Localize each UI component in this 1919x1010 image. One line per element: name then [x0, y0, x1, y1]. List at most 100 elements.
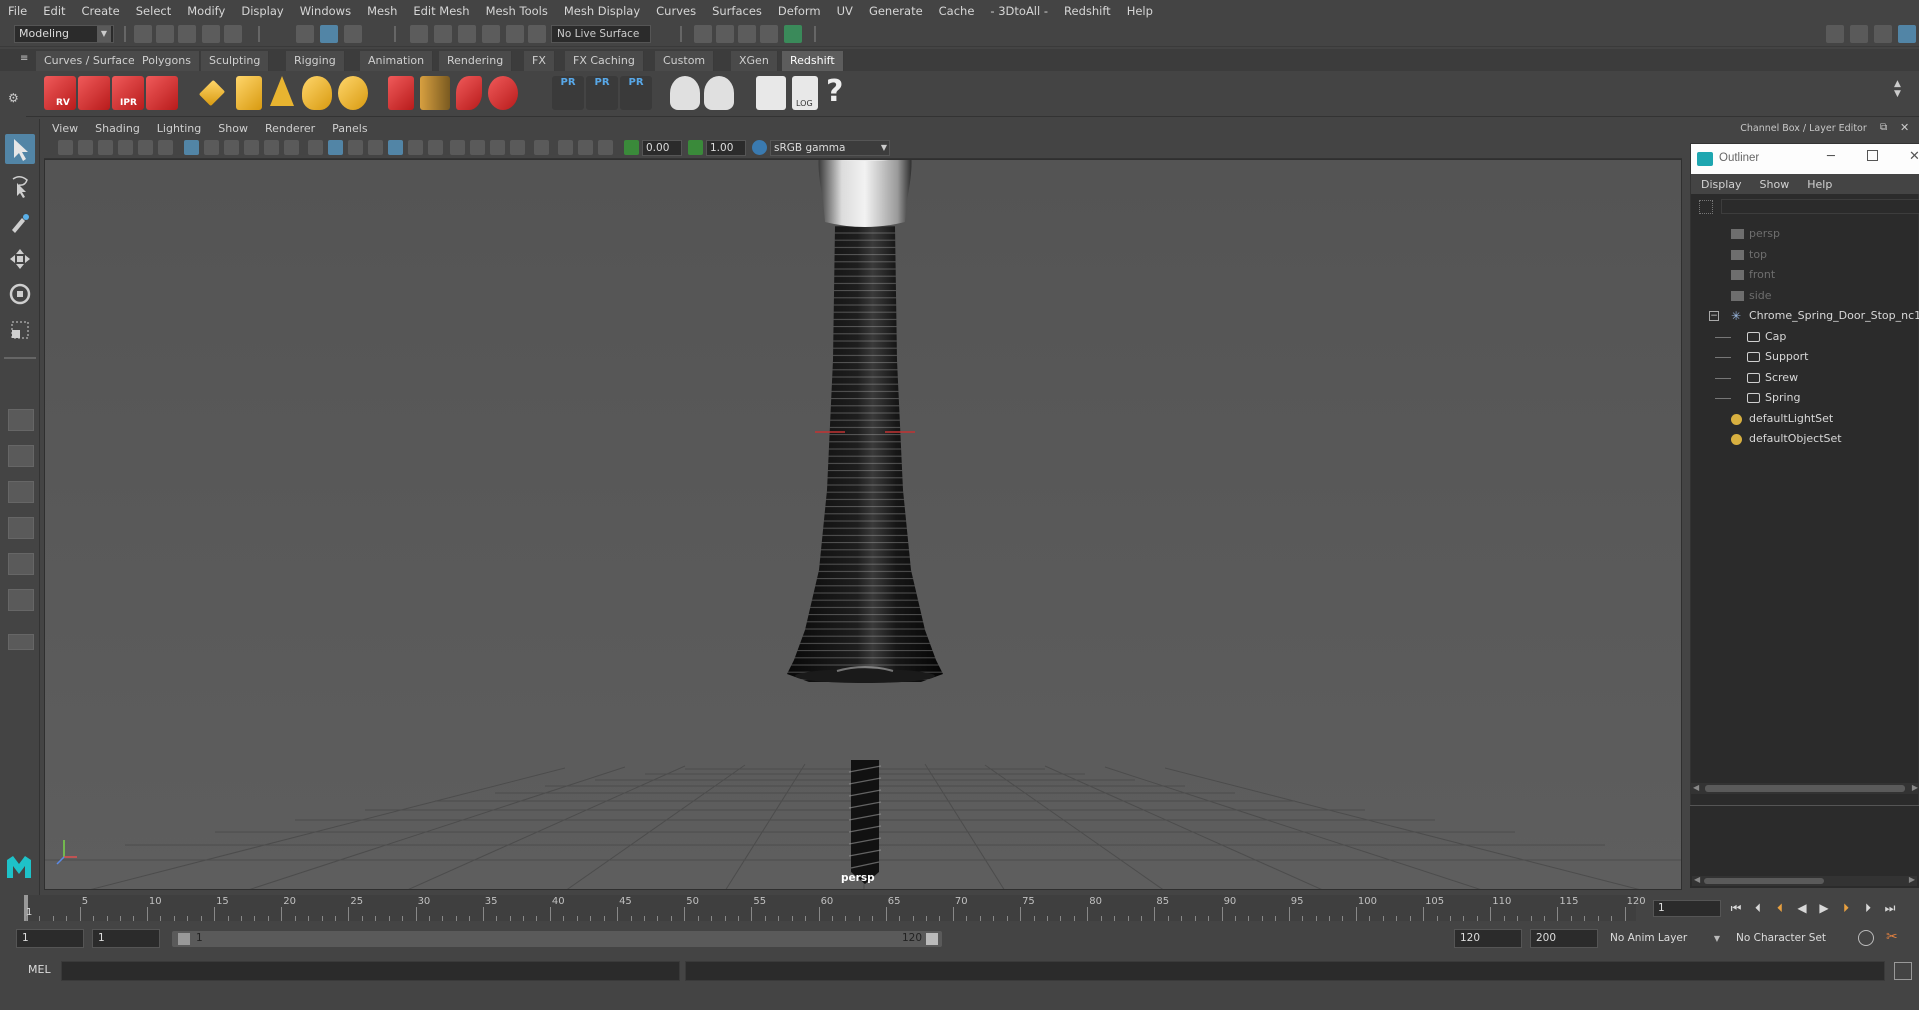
select-object-icon[interactable] [320, 25, 338, 43]
outliner-item-side[interactable]: side [1691, 286, 1919, 306]
pr-button-1[interactable]: PR [552, 76, 584, 110]
menu-item-curves[interactable]: Curves [656, 4, 696, 18]
channel-box-icon[interactable] [1898, 25, 1916, 43]
safe-action-icon[interactable] [284, 140, 299, 155]
paint-select-tool-icon[interactable] [5, 208, 35, 238]
area-light-icon[interactable] [236, 76, 262, 110]
snap-curve-icon[interactable] [434, 25, 452, 43]
animation-start-field[interactable]: 1 [16, 929, 84, 948]
move-tool-icon[interactable] [5, 244, 35, 274]
step-forward-key-icon[interactable]: ⏵ [1837, 900, 1855, 916]
redshift-light-icon[interactable] [198, 79, 226, 107]
script-editor-icon[interactable] [756, 76, 786, 110]
grease-pencil-icon[interactable] [158, 140, 173, 155]
go-to-end-icon[interactable]: ⏭ [1881, 900, 1899, 916]
step-back-key-icon[interactable]: ⏴ [1771, 900, 1789, 916]
panel-menu-lighting[interactable]: Lighting [157, 122, 201, 135]
motion-blur-icon[interactable] [470, 140, 485, 155]
command-input[interactable] [61, 961, 680, 981]
step-forward-frame-icon[interactable]: ⏵ [1859, 900, 1877, 916]
image-plane-icon[interactable] [118, 140, 133, 155]
isolate-select-icon[interactable] [534, 140, 549, 155]
tool-settings-icon[interactable] [1874, 25, 1892, 43]
snap-surface-icon[interactable] [506, 25, 524, 43]
sun-light-icon[interactable] [338, 76, 368, 110]
default-material-icon[interactable] [348, 140, 363, 155]
render-view-icon[interactable] [694, 25, 712, 43]
pr-button-2[interactable]: PR [586, 76, 618, 110]
menu-item-cache[interactable]: Cache [939, 4, 975, 18]
select-hierarchy-icon[interactable] [296, 25, 314, 43]
play-forward-icon[interactable]: ▶ [1815, 900, 1833, 916]
snap-grid-icon[interactable] [410, 25, 428, 43]
four-view-layout-icon[interactable] [8, 445, 34, 467]
screen-space-ao-icon[interactable] [450, 140, 465, 155]
auto-key-icon[interactable] [1858, 930, 1874, 946]
material-ball-icon[interactable] [488, 76, 518, 110]
gamma-icon[interactable] [688, 140, 703, 155]
range-end-handle[interactable] [926, 933, 938, 945]
snap-live-icon[interactable] [528, 25, 546, 43]
snap-view-icon[interactable] [482, 25, 500, 43]
outliner-item-cap[interactable]: Cap [1691, 327, 1919, 347]
scroll-right-icon[interactable]: ▶ [1909, 875, 1915, 884]
close-window-icon[interactable]: ✕ [1909, 149, 1919, 164]
wireframe-icon[interactable] [308, 140, 323, 155]
outliner-item-screw[interactable]: Screw [1691, 368, 1919, 388]
shelf-tab-animation[interactable]: Animation [360, 51, 434, 71]
color-management-icon[interactable] [752, 140, 767, 155]
outliner-item-spring[interactable]: Spring [1691, 388, 1919, 408]
float-icon[interactable]: ⧉ [1880, 122, 1887, 133]
persp-hypershade-layout-icon[interactable] [8, 553, 34, 575]
xray-icon[interactable] [558, 140, 573, 155]
2d-pan-zoom-icon[interactable] [138, 140, 153, 155]
menu-item-windows[interactable]: Windows [300, 4, 351, 18]
layer-scrollbar[interactable]: ◀ ▶ [1692, 875, 1917, 886]
pr-button-3[interactable]: PR [620, 76, 652, 110]
lasso-tool-icon[interactable] [5, 171, 35, 201]
outliner-item-persp[interactable]: persp [1691, 224, 1919, 244]
volume-icon[interactable] [456, 76, 482, 110]
panel-menu-shading[interactable]: Shading [95, 122, 140, 135]
script-editor-icon[interactable] [1894, 962, 1912, 980]
playback-start-field[interactable]: 1 [92, 929, 160, 948]
scroll-thumb[interactable] [1705, 785, 1905, 792]
go-to-start-icon[interactable]: ⏮ [1727, 900, 1745, 916]
bake-settings-icon[interactable] [704, 76, 734, 110]
panel-menu-renderer[interactable]: Renderer [265, 122, 315, 135]
exposure-field[interactable]: 0.00 [642, 140, 682, 156]
ipr-render-icon[interactable] [738, 25, 756, 43]
outliner-menu-display[interactable]: Display [1701, 178, 1742, 191]
shadows-icon[interactable] [428, 140, 443, 155]
shelf-tab-fx[interactable]: FX [524, 51, 555, 71]
menu-item-uv[interactable]: UV [837, 4, 853, 18]
select-camera-icon[interactable] [58, 140, 73, 155]
shelf-tab-xgen[interactable]: XGen [731, 51, 778, 71]
outliner-menu-show[interactable]: Show [1760, 178, 1790, 191]
collapse-icon[interactable]: − [1709, 311, 1719, 321]
panel-menu-view[interactable]: View [52, 122, 78, 135]
anim-layer-dropdown[interactable]: No Anim Layer ▼ [1604, 929, 1724, 948]
menu-item-modify[interactable]: Modify [187, 4, 225, 18]
xray-components-icon[interactable] [598, 140, 613, 155]
custom-layout-icon[interactable] [8, 589, 34, 611]
hypershade-icon[interactable] [784, 25, 802, 43]
grid-toggle-icon[interactable] [184, 140, 199, 155]
shelf-tab-polygons[interactable]: Polygons [134, 51, 200, 71]
hair-icon[interactable] [420, 76, 450, 110]
select-tool-icon[interactable] [5, 134, 35, 164]
redshift-render-button[interactable] [78, 76, 110, 110]
outliner-item-chrome-spring-door-stop-nc1[interactable]: − ✳ Chrome_Spring_Door_Stop_nc1 [1691, 306, 1919, 326]
rotate-tool-icon[interactable] [5, 279, 35, 309]
scale-tool-icon[interactable] [5, 315, 35, 345]
attribute-editor-icon[interactable] [1850, 25, 1868, 43]
outliner-menu-help[interactable]: Help [1807, 178, 1832, 191]
outliner-item-defaultlightset[interactable]: defaultLightSet [1691, 409, 1919, 429]
outliner-item-top[interactable]: top [1691, 245, 1919, 265]
shelf-tab-curves-surfaces[interactable]: Curves / Surfaces [36, 51, 150, 71]
help-icon[interactable]: ? [826, 74, 843, 109]
select-component-icon[interactable] [344, 25, 362, 43]
menu-item-mesh-tools[interactable]: Mesh Tools [486, 4, 548, 18]
scroll-right-icon[interactable]: ▶ [1912, 783, 1918, 792]
close-icon[interactable]: ✕ [1900, 121, 1909, 134]
